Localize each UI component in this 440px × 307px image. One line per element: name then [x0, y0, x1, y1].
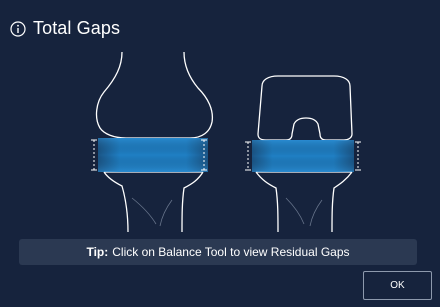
ok-button[interactable]: OK: [363, 271, 432, 300]
tip-label: Tip:: [86, 245, 109, 259]
dialog-header: Total Gaps: [10, 18, 120, 39]
tip-banner: Tip: Click on Balance Tool to view Resid…: [19, 239, 417, 265]
dialog-title: Total Gaps: [33, 18, 121, 38]
knee-implant-gap-icon: [245, 75, 361, 233]
knee-joint-gap-icon: [91, 51, 214, 233]
total-gaps-dialog: Total Gaps Tip: Click on Balance Tool to…: [0, 0, 440, 307]
info-icon: [10, 20, 26, 37]
gap-illustrations: [91, 51, 361, 233]
tip-text: Click on Balance Tool to view Residual G…: [112, 245, 350, 259]
